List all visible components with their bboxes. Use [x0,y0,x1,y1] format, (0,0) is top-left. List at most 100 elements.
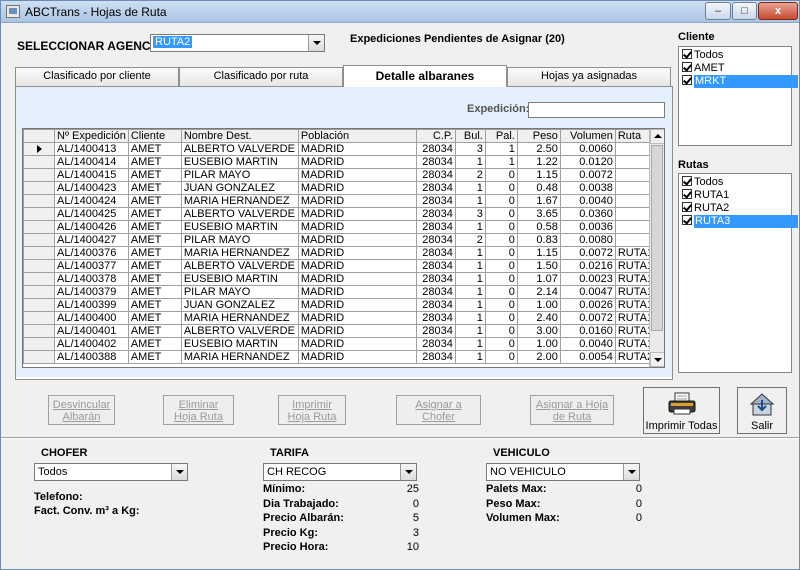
cell-peso[interactable]: 0.48 [516,181,561,195]
cell-poblacion[interactable]: MADRID [297,311,417,325]
cell-peso[interactable]: 1.15 [516,246,561,260]
table-row[interactable]: AL/1400426 AMET EUSEBIO MARTIN MADRID 28034 1… [23,220,662,234]
cell-peso[interactable]: 1.15 [516,168,561,182]
checkbox-icon[interactable] [682,215,692,225]
cell-cp[interactable]: 28034 [415,142,456,156]
col-header-volumen[interactable]: Volumen [559,129,616,143]
cell-bultos[interactable]: 3 [454,142,486,156]
cell-cliente[interactable]: AMET [127,142,182,156]
cell-expedicion[interactable]: AL/1400414 [54,155,129,169]
row-selector[interactable] [23,233,55,247]
cell-nombre[interactable]: PILAR MAYO [180,233,299,247]
imprimir-todas-button[interactable]: Imprimir Todas [643,387,720,434]
cell-cp[interactable]: 28034 [415,311,456,325]
cell-expedicion[interactable]: AL/1400427 [54,233,129,247]
cell-bultos[interactable]: 1 [454,324,486,338]
table-row[interactable]: AL/1400401 AMET ALBERTO VALVERDE MADRID 2803… [23,324,662,338]
row-selector[interactable] [23,272,55,286]
cell-expedicion[interactable]: AL/1400413 [54,142,129,156]
cell-volumen[interactable]: 0.0040 [559,337,616,351]
cell-cliente[interactable]: AMET [127,181,182,195]
cell-palets[interactable]: 0 [484,233,518,247]
cell-palets[interactable]: 1 [484,155,518,169]
table-row[interactable]: AL/1400400 AMET MARIA HERNANDEZ MADRID 28034… [23,311,662,325]
cell-poblacion[interactable]: MADRID [297,181,417,195]
cell-peso[interactable]: 2.00 [516,350,561,364]
cell-palets[interactable]: 0 [484,220,518,234]
checkbox-icon[interactable] [682,49,692,59]
cell-expedicion[interactable]: AL/1400426 [54,220,129,234]
cell-expedicion[interactable]: AL/1400423 [54,181,129,195]
table-row[interactable]: AL/1400424 AMET MARIA HERNANDEZ MADRID 28034… [23,194,662,208]
row-selector[interactable] [23,155,55,169]
row-selector[interactable] [23,324,55,338]
table-row[interactable]: AL/1400377 AMET ALBERTO VALVERDE MADRID 2803… [23,259,662,273]
table-row[interactable]: AL/1400415 AMET PILAR MAYO MADRID 28034 2 0 1.1… [23,168,662,182]
cell-peso[interactable]: 1.00 [516,337,561,351]
rutas-item-2[interactable]: RUTA2 [679,202,791,215]
table-row[interactable]: AL/1400378 AMET EUSEBIO MARTIN MADRID 28034 1… [23,272,662,286]
cell-expedicion[interactable]: AL/1400378 [54,272,129,286]
col-header-peso[interactable]: Peso [516,129,561,143]
checkbox-icon[interactable] [682,62,692,72]
tab-hojas-asignadas[interactable]: Hojas ya asignadas [507,67,671,86]
grid-scrollbar[interactable] [649,129,664,367]
agencia-select[interactable]: RUTA2 [150,34,325,52]
cell-expedicion[interactable]: AL/1400388 [54,350,129,364]
desvincular-albaran-button[interactable]: Desvincular Albarán [48,395,115,425]
cell-nombre[interactable]: EUSEBIO MARTIN [180,337,299,351]
cliente-list[interactable]: Todos AMET MRKT [678,46,798,146]
table-row[interactable]: AL/1400425 AMET ALBERTO VALVERDE MADRID 2803… [23,207,662,221]
cell-expedicion[interactable]: AL/1400415 [54,168,129,182]
cell-palets[interactable]: 0 [484,168,518,182]
col-header-cliente[interactable]: Cliente [127,129,182,143]
rutas-item-0[interactable]: Todos [679,176,791,189]
cell-expedicion[interactable]: AL/1400401 [54,324,129,338]
tab-clasificado-cliente[interactable]: Clasificado por cliente [15,67,179,86]
cell-expedicion[interactable]: AL/1400402 [54,337,129,351]
cell-peso[interactable]: 2.14 [516,285,561,299]
cell-bultos[interactable]: 1 [454,246,486,260]
cell-nombre[interactable]: MARIA HERNANDEZ [180,194,299,208]
cell-peso[interactable]: 3.65 [516,207,561,221]
cell-cliente[interactable]: AMET [127,220,182,234]
cell-cliente[interactable]: AMET [127,324,182,338]
cell-volumen[interactable]: 0.0036 [559,220,616,234]
cell-peso[interactable]: 3.00 [516,324,561,338]
cell-peso[interactable]: 1.67 [516,194,561,208]
cell-expedicion[interactable]: AL/1400377 [54,259,129,273]
cell-expedicion[interactable]: AL/1400400 [54,311,129,325]
scroll-up-icon[interactable] [650,129,664,144]
cell-expedicion[interactable]: AL/1400425 [54,207,129,221]
cell-nombre[interactable]: JUAN GONZALEZ [180,298,299,312]
cell-nombre[interactable]: EUSEBIO MARTIN [180,272,299,286]
cell-cp[interactable]: 28034 [415,298,456,312]
cell-nombre[interactable]: ALBERTO VALVERDE [180,207,299,221]
checkbox-icon[interactable] [682,176,692,186]
table-row[interactable]: AL/1400388 AMET MARIA HERNANDEZ MADRID 28034… [23,350,662,364]
minimize-button[interactable]: – [705,2,731,20]
table-row[interactable]: AL/1400399 AMET JUAN GONZALEZ MADRID 28034 1 0… [23,298,662,312]
cell-nombre[interactable]: PILAR MAYO [180,285,299,299]
cell-cp[interactable]: 28034 [415,207,456,221]
cell-bultos[interactable]: 3 [454,207,486,221]
cell-cp[interactable]: 28034 [415,350,456,364]
row-selector[interactable] [23,337,55,351]
tab-clasificado-ruta[interactable]: Clasificado por ruta [179,67,343,86]
cell-cliente[interactable]: AMET [127,233,182,247]
albaranes-grid[interactable]: Nº Expedición Cliente Nombre Dest. Pobla… [22,128,665,368]
cell-cp[interactable]: 28034 [415,168,456,182]
cell-peso[interactable]: 1.07 [516,272,561,286]
table-row[interactable]: AL/1400413 AMET ALBERTO VALVERDE MADRID 2803… [23,142,662,156]
cell-bultos[interactable]: 1 [454,155,486,169]
row-selector[interactable] [23,194,55,208]
cell-poblacion[interactable]: MADRID [297,298,417,312]
cell-expedicion[interactable]: AL/1400379 [54,285,129,299]
dropdown-arrow-icon[interactable] [171,464,187,480]
cell-palets[interactable]: 0 [484,246,518,260]
tab-detalle-albaranes[interactable]: Detalle albaranes [343,65,507,87]
cell-cliente[interactable]: AMET [127,350,182,364]
col-header-nombre[interactable]: Nombre Dest. [180,129,299,143]
cliente-item-0[interactable]: Todos [679,49,791,62]
close-button[interactable]: x [758,2,798,20]
